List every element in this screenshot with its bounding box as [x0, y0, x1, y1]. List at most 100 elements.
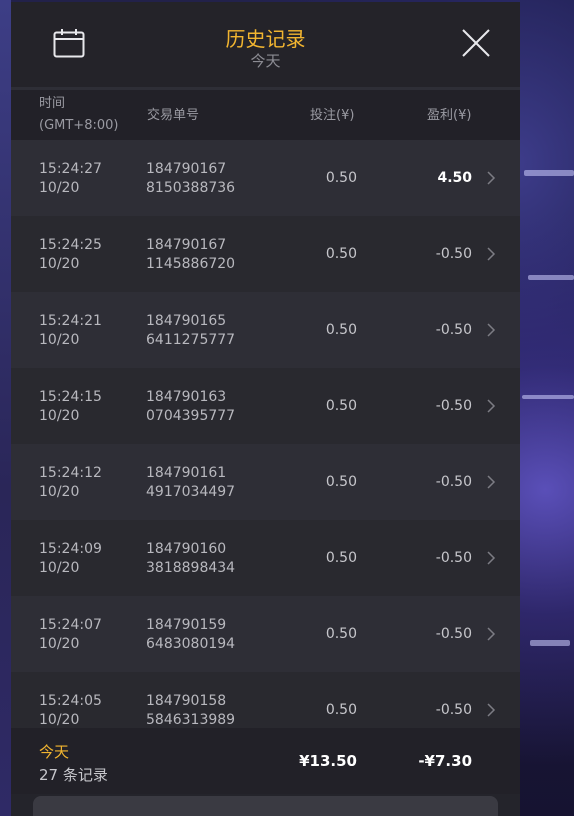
- row-time-value: 15:24:12: [39, 465, 102, 481]
- row-order: 184790167 8150388736: [146, 160, 235, 198]
- row-time-value: 15:24:05: [39, 693, 102, 709]
- chevron-right-icon: [487, 703, 496, 717]
- row-time-value: 15:24:09: [39, 541, 102, 557]
- row-order: 184790158 5846313989: [146, 692, 235, 730]
- row-date-value: 10/20: [39, 484, 80, 500]
- row-bet: 0.50: [325, 246, 357, 262]
- row-date-value: 10/20: [39, 332, 80, 348]
- row-order-line1: 184790158: [146, 693, 227, 709]
- history-panel: 历史记录 今天 时间 (GMT+8:00) 交易单号 投注(¥) 盈利(¥) 1…: [11, 2, 520, 816]
- column-profit: 盈利(¥): [427, 108, 472, 123]
- row-profit: -0.50: [435, 246, 472, 262]
- row-order-line1: 184790163: [146, 389, 227, 405]
- row-bet: 0.50: [325, 702, 357, 718]
- chevron-right-icon: [487, 627, 496, 641]
- row-order-line1: 184790161: [146, 465, 227, 481]
- close-icon[interactable]: [460, 27, 492, 59]
- row-order: 184790165 6411275777: [146, 312, 235, 350]
- column-timezone: (GMT+8:00): [39, 118, 119, 133]
- chevron-right-icon: [487, 551, 496, 565]
- column-header: 时间 (GMT+8:00) 交易单号 投注(¥) 盈利(¥): [11, 90, 520, 140]
- background-light: [528, 275, 574, 280]
- row-profit: -0.50: [435, 474, 472, 490]
- row-bet: 0.50: [325, 550, 357, 566]
- row-time: 15:24:07 10/20: [39, 616, 102, 654]
- record-count: 27 条记录: [39, 766, 108, 784]
- column-bet: 投注(¥): [310, 108, 355, 123]
- bottom-notice: [33, 796, 498, 816]
- row-date-value: 10/20: [39, 636, 80, 652]
- row-bet: 0.50: [325, 170, 357, 186]
- row-profit: -0.50: [435, 398, 472, 414]
- chevron-right-icon: [487, 247, 496, 261]
- row-time: 15:24:09 10/20: [39, 540, 102, 578]
- row-order-line2: 6411275777: [146, 332, 236, 348]
- row-profit: 4.50: [437, 170, 472, 186]
- row-order-line2: 8150388736: [146, 180, 236, 196]
- total-bet: ¥13.50: [299, 752, 357, 770]
- chevron-right-icon: [487, 399, 496, 413]
- row-order-line1: 184790159: [146, 617, 227, 633]
- table-row[interactable]: 15:24:09 10/20 184790160 3818898434 0.50…: [11, 520, 520, 596]
- background-light: [530, 640, 570, 646]
- page-subtitle: 今天: [250, 52, 281, 70]
- row-time-value: 15:24:07: [39, 617, 102, 633]
- chevron-right-icon: [487, 475, 496, 489]
- row-profit: -0.50: [435, 702, 472, 718]
- row-bet: 0.50: [325, 322, 357, 338]
- row-date-value: 10/20: [39, 180, 80, 196]
- row-time: 15:24:25 10/20: [39, 236, 102, 274]
- row-order-line2: 3818898434: [146, 560, 236, 576]
- row-profit: -0.50: [435, 322, 472, 338]
- row-date-value: 10/20: [39, 256, 80, 272]
- row-order-line1: 184790167: [146, 161, 227, 177]
- row-time-value: 15:24:25: [39, 237, 102, 253]
- column-time: 时间 (GMT+8:00): [39, 93, 118, 137]
- row-order-line1: 184790167: [146, 237, 227, 253]
- background-light: [522, 395, 574, 399]
- row-order: 184790160 3818898434: [146, 540, 235, 578]
- row-time: 15:24:15 10/20: [39, 388, 102, 426]
- table-row[interactable]: 15:24:15 10/20 184790163 0704395777 0.50…: [11, 368, 520, 444]
- row-time: 15:24:21 10/20: [39, 312, 102, 350]
- chevron-right-icon: [487, 323, 496, 337]
- row-profit: -0.50: [435, 550, 472, 566]
- table-row[interactable]: 15:24:12 10/20 184790161 4917034497 0.50…: [11, 444, 520, 520]
- row-bet: 0.50: [325, 474, 357, 490]
- row-time-value: 15:24:27: [39, 161, 102, 177]
- row-date-value: 10/20: [39, 560, 80, 576]
- summary-footer: 今天 27 条记录 ¥13.50 -¥7.30: [11, 728, 520, 794]
- summary-label: 今天: [39, 743, 70, 761]
- background-light: [524, 170, 574, 176]
- row-time: 15:24:05 10/20: [39, 692, 102, 730]
- column-order: 交易单号: [147, 108, 200, 123]
- row-bet: 0.50: [325, 398, 357, 414]
- row-profit: -0.50: [435, 626, 472, 642]
- column-time-label: 时间: [39, 96, 66, 111]
- row-order-line2: 6483080194: [146, 636, 236, 652]
- row-time: 15:24:27 10/20: [39, 160, 102, 198]
- panel-header: 历史记录 今天: [11, 2, 520, 87]
- chevron-right-icon: [487, 171, 496, 185]
- row-order: 184790167 1145886720: [146, 236, 235, 274]
- row-order-line1: 184790160: [146, 541, 227, 557]
- table-row[interactable]: 15:24:07 10/20 184790159 6483080194 0.50…: [11, 596, 520, 672]
- total-profit: -¥7.30: [418, 752, 472, 770]
- background-left-strip: [0, 0, 11, 816]
- row-order: 184790161 4917034497: [146, 464, 235, 502]
- table-row[interactable]: 15:24:25 10/20 184790167 1145886720 0.50…: [11, 216, 520, 292]
- page-title: 历史记录: [225, 27, 306, 51]
- table-row[interactable]: 15:24:27 10/20 184790167 8150388736 0.50…: [11, 140, 520, 216]
- table-row[interactable]: 15:24:21 10/20 184790165 6411275777 0.50…: [11, 292, 520, 368]
- row-bet: 0.50: [325, 626, 357, 642]
- row-order-line2: 1145886720: [146, 256, 236, 272]
- row-order: 184790163 0704395777: [146, 388, 235, 426]
- row-order-line2: 0704395777: [146, 408, 236, 424]
- row-order-line1: 184790165: [146, 313, 227, 329]
- row-time: 15:24:12 10/20: [39, 464, 102, 502]
- row-order: 184790159 6483080194: [146, 616, 235, 654]
- row-time-value: 15:24:15: [39, 389, 102, 405]
- row-date-value: 10/20: [39, 408, 80, 424]
- row-time-value: 15:24:21: [39, 313, 102, 329]
- row-order-line2: 4917034497: [146, 484, 236, 500]
